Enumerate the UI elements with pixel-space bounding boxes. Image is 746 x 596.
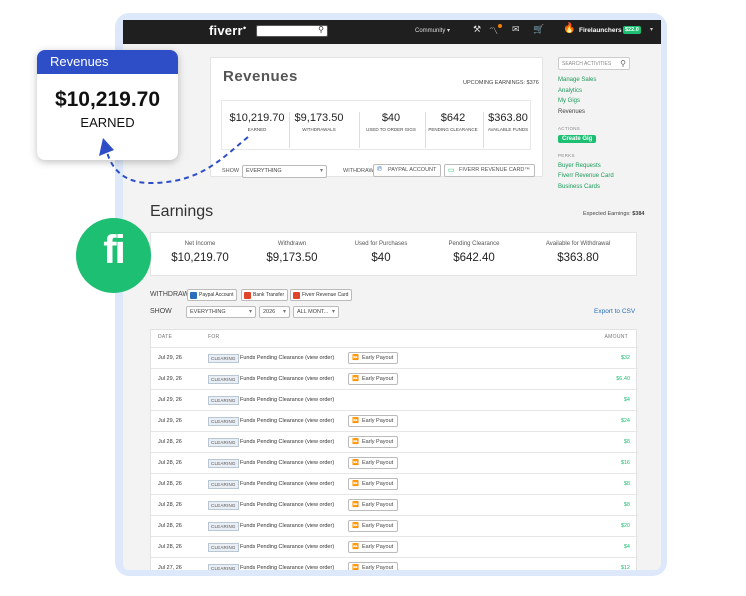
callout-arrow xyxy=(99,136,249,185)
arrowhead-icon xyxy=(99,138,114,156)
dashed-connector xyxy=(106,136,249,185)
fi-logo-text: fi xyxy=(103,228,125,272)
fiverr-fi-logo: fi xyxy=(76,218,151,293)
